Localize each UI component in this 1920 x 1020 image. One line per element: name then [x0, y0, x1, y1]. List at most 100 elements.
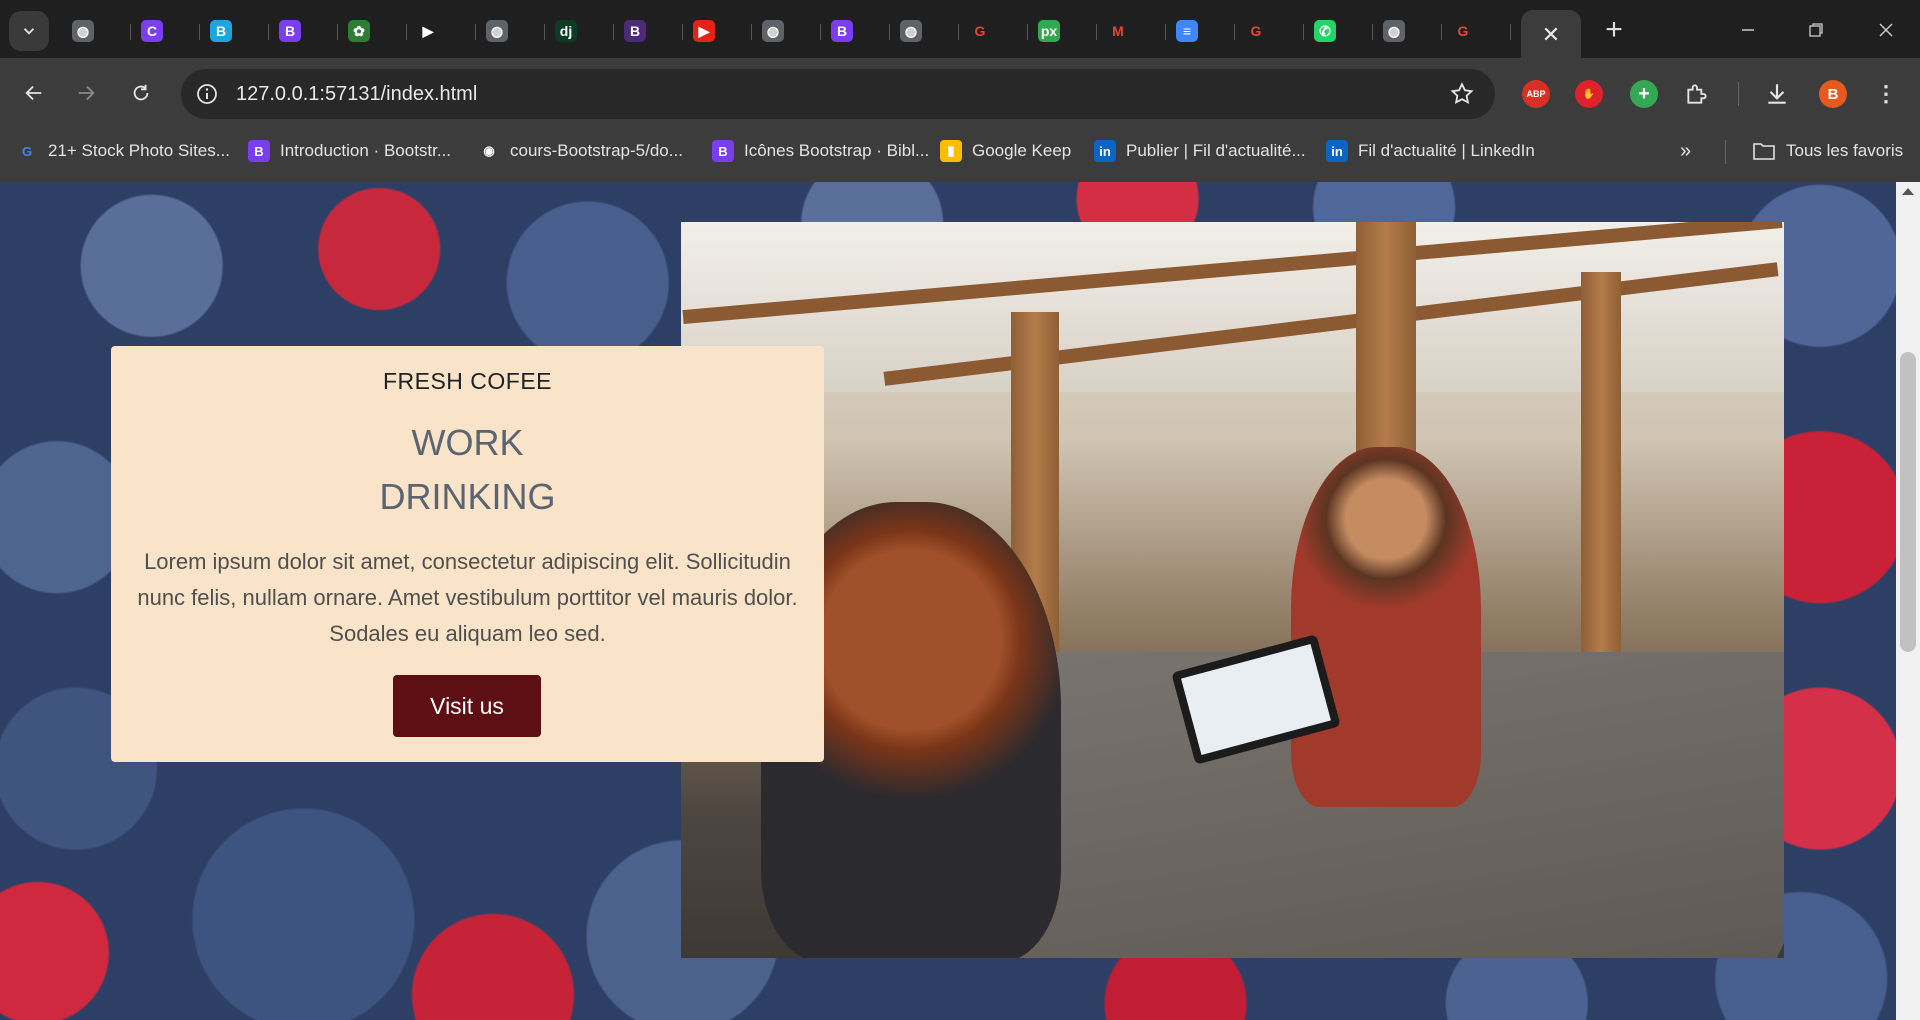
- browser-tab[interactable]: ◍: [62, 10, 131, 52]
- globe-icon: ◍: [72, 20, 94, 42]
- browser-tab[interactable]: B: [200, 10, 269, 52]
- whatsapp-icon: ✆: [1314, 20, 1336, 42]
- bookmark-item[interactable]: in Publier | Fil d'actualité...: [1094, 138, 1306, 164]
- card-body-text: Lorem ipsum dolor sit amet, consectetur …: [137, 549, 798, 646]
- coffee-shop-photo: [681, 222, 1784, 958]
- browser-tab[interactable]: ◍: [890, 10, 959, 52]
- card-kicker: FRESH COFEE: [382, 368, 553, 394]
- restore-button[interactable]: [1786, 8, 1846, 52]
- google-icon: G: [974, 23, 986, 39]
- minimize-icon: [1742, 29, 1754, 31]
- bootstrap-icon: B: [248, 140, 270, 162]
- google-icon: G: [21, 143, 33, 159]
- forward-button[interactable]: [66, 73, 106, 113]
- scroll-up-arrow-icon[interactable]: [1902, 188, 1914, 195]
- globe-icon: ◍: [900, 20, 922, 42]
- minimize-button[interactable]: [1718, 8, 1778, 52]
- new-tab-button[interactable]: +: [1596, 12, 1632, 48]
- close-window-button[interactable]: [1856, 8, 1916, 52]
- globe-icon: ◍: [486, 20, 508, 42]
- browser-tab[interactable]: G: [959, 10, 1028, 52]
- browser-tab[interactable]: ◍: [1373, 10, 1442, 52]
- back-button[interactable]: [14, 73, 54, 113]
- browser-tab[interactable]: ≡: [1166, 10, 1235, 52]
- linkedin-icon: in: [1326, 140, 1348, 162]
- bookmark-item[interactable]: ▮ Google Keep: [940, 138, 1071, 164]
- close-tab-icon[interactable]: ✕: [1542, 24, 1560, 46]
- url-text[interactable]: 127.0.0.1:57131/index.html: [236, 83, 477, 106]
- bookmark-label: Google Keep: [972, 141, 1072, 160]
- bookmark-item[interactable]: B Introduction · Bootstr...: [248, 138, 451, 164]
- globe-icon: ◍: [1383, 20, 1405, 42]
- page-scrollbar[interactable]: [1896, 182, 1920, 1020]
- linkedin-icon: in: [1094, 140, 1116, 162]
- card-title: WORK DRINKING: [111, 416, 824, 524]
- profile-avatar[interactable]: B: [1819, 80, 1847, 108]
- browser-tab[interactable]: px: [1028, 10, 1097, 52]
- chevron-double-right-icon: »: [1680, 139, 1692, 162]
- bootstrap-icon: B: [831, 20, 853, 42]
- browser-tab[interactable]: dj: [545, 10, 614, 52]
- bookmark-item[interactable]: ◉ cours-Bootstrap-5/do...: [478, 138, 683, 164]
- browser-tab[interactable]: C: [131, 10, 200, 52]
- bookmark-label: Icônes Bootstrap · Bibl...: [744, 141, 930, 160]
- address-bar[interactable]: 127.0.0.1:57131/index.html: [181, 69, 1495, 119]
- tab-list: ◍ C B B ✿ ▶ ◍ dj B ▶ ◍ B ◍ Gpx M ≡ G ✆ ◍ G ✕: [62, 10, 1581, 60]
- restore-icon: [1809, 23, 1823, 37]
- active-tab[interactable]: ✕: [1521, 10, 1581, 60]
- bookmark-item[interactable]: G 21+ Stock Photo Sites...: [16, 138, 230, 164]
- bootstrap-icon: B: [712, 140, 734, 162]
- c-icon: C: [141, 20, 163, 42]
- tab-search-button[interactable]: [9, 11, 49, 51]
- bookmark-label: cours-Bootstrap-5/do...: [510, 141, 683, 160]
- extensions-puzzle-icon[interactable]: [1683, 80, 1711, 108]
- django-icon: dj: [555, 20, 577, 42]
- scroll-thumb[interactable]: [1900, 352, 1916, 652]
- bookmark-item[interactable]: in Fil d'actualité | LinkedIn: [1326, 138, 1535, 164]
- card-title-line-2: DRINKING: [379, 476, 556, 517]
- browser-tab[interactable]: ✆: [1304, 10, 1373, 52]
- folder-icon: [1753, 143, 1775, 160]
- gmail-icon: M: [1112, 23, 1124, 39]
- browser-tab[interactable]: G: [1235, 10, 1304, 52]
- close-icon: [1879, 23, 1893, 37]
- reload-button[interactable]: [121, 73, 161, 113]
- bookmark-item[interactable]: B Icônes Bootstrap · Bibl...: [712, 138, 929, 164]
- visit-us-button[interactable]: Visit us: [393, 675, 541, 737]
- browser-tab[interactable]: ◍: [752, 10, 821, 52]
- keep-icon: ▮: [940, 140, 962, 162]
- bookmark-star-icon[interactable]: [1449, 81, 1475, 107]
- all-bookmarks-label: Tous les favoris: [1786, 141, 1904, 160]
- browser-tab[interactable]: ✿: [338, 10, 407, 52]
- bookmarks-overflow-button[interactable]: »: [1680, 138, 1691, 164]
- arrow-right-icon: [78, 85, 95, 101]
- youtube-icon: ▶: [693, 20, 715, 42]
- google-icon: G: [1457, 23, 1469, 39]
- play-icon: ▶: [417, 20, 439, 42]
- downloads-icon[interactable]: [1763, 80, 1791, 108]
- add-extension-icon[interactable]: +: [1630, 80, 1658, 108]
- browser-tab[interactable]: ▶: [683, 10, 752, 52]
- adblock-plus-icon[interactable]: ABP: [1522, 80, 1550, 108]
- tab-strip: ◍ C B B ✿ ▶ ◍ dj B ▶ ◍ B ◍ Gpx M ≡ G ✆ ◍ G ✕ +: [0, 0, 1920, 60]
- browser-tab[interactable]: ▶: [407, 10, 476, 52]
- bootstrap-icon: B: [279, 20, 301, 42]
- adblock-hand-icon[interactable]: ✋: [1575, 80, 1603, 108]
- arrow-left-icon: [25, 85, 42, 101]
- google-icon: G: [1250, 23, 1262, 39]
- browser-tab[interactable]: B: [614, 10, 683, 52]
- bookmark-label: Publier | Fil d'actualité...: [1126, 141, 1306, 160]
- browser-tab[interactable]: ◍: [476, 10, 545, 52]
- browser-tab[interactable]: M: [1097, 10, 1166, 52]
- bookmarks-separator: [1725, 140, 1726, 164]
- site-info-icon[interactable]: [195, 82, 219, 106]
- all-bookmarks-folder[interactable]: Tous les favoris: [1752, 138, 1903, 164]
- browser-tab[interactable]: B: [269, 10, 338, 52]
- github-icon: ◉: [483, 143, 495, 158]
- browser-tab[interactable]: B: [821, 10, 890, 52]
- card-title-line-1: WORK: [411, 422, 524, 463]
- docs-icon: ≡: [1176, 20, 1198, 42]
- browser-tab[interactable]: G: [1442, 10, 1511, 52]
- menu-kebab-icon[interactable]: ⋮: [1872, 80, 1900, 108]
- page-viewport: FRESH COFEE WORK DRINKING Lorem ipsum do…: [0, 182, 1896, 1020]
